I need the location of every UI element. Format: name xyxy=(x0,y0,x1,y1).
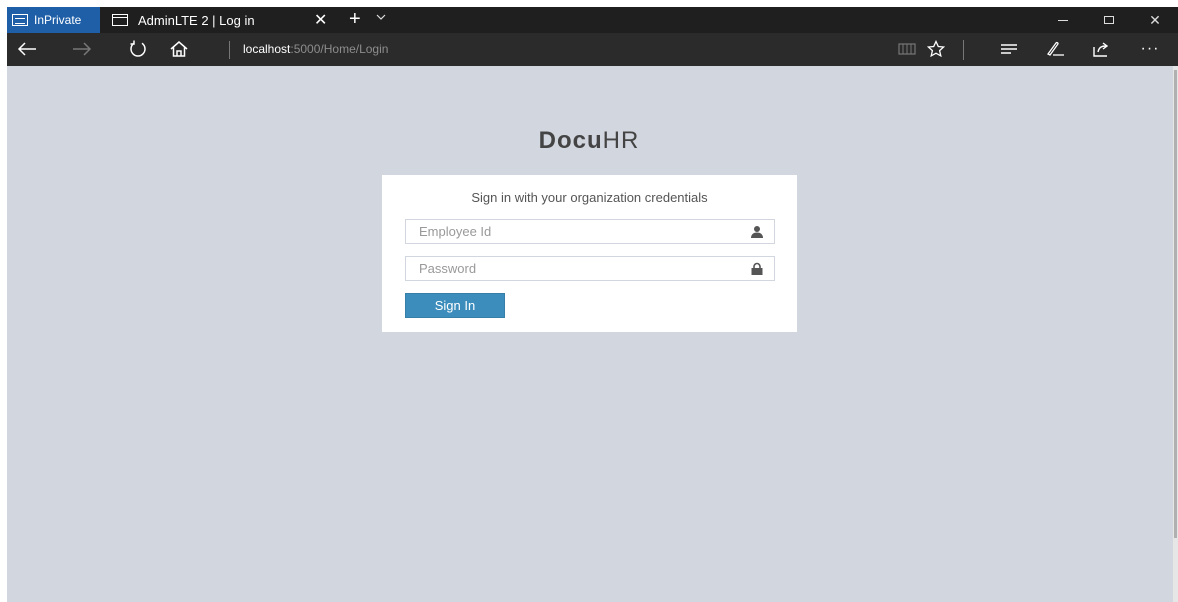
address-bar[interactable]: localhost:5000/Home/Login xyxy=(243,42,388,56)
page-viewport: DocuHR Sign in with your organization cr… xyxy=(7,66,1178,602)
address-separator xyxy=(229,41,230,59)
maximize-button[interactable] xyxy=(1086,7,1132,33)
password-input[interactable] xyxy=(406,257,736,280)
web-note-button[interactable] xyxy=(1041,37,1069,61)
more-options-button[interactable]: ··· xyxy=(1136,37,1164,61)
back-button[interactable] xyxy=(13,37,41,61)
employee-id-input[interactable] xyxy=(406,220,736,243)
user-icon xyxy=(751,226,763,238)
logo-bold: Docu xyxy=(538,127,603,154)
browser-window: InPrivate AdminLTE 2 | Log in ✕ + ✕ loca… xyxy=(7,7,1178,602)
tab-preview-chevron-icon[interactable] xyxy=(376,12,386,22)
login-box-message: Sign in with your organization credentia… xyxy=(471,190,708,205)
app-logo[interactable]: DocuHR xyxy=(382,127,796,155)
lock-icon xyxy=(751,262,763,275)
home-button[interactable] xyxy=(165,37,193,61)
star-icon xyxy=(927,40,945,58)
tab-active[interactable]: AdminLTE 2 | Log in ✕ xyxy=(107,7,339,33)
inprivate-badge: InPrivate xyxy=(7,7,100,33)
sign-in-button[interactable]: Sign In xyxy=(405,293,505,318)
inprivate-icon xyxy=(12,14,28,26)
refresh-button[interactable] xyxy=(124,37,152,61)
inprivate-label: InPrivate xyxy=(34,13,82,27)
reading-view-button[interactable] xyxy=(893,37,921,61)
hub-button[interactable] xyxy=(995,37,1023,61)
page-scrollbar[interactable] xyxy=(1173,66,1178,602)
tab-close-icon[interactable]: ✕ xyxy=(314,10,327,30)
share-icon xyxy=(1093,42,1109,57)
toolbar-separator xyxy=(963,40,964,60)
tab-title: AdminLTE 2 | Log in xyxy=(138,12,255,28)
reading-view-icon xyxy=(898,43,916,55)
forward-button[interactable] xyxy=(68,37,96,61)
scrollbar-thumb[interactable] xyxy=(1174,70,1177,538)
employee-id-field xyxy=(405,219,775,244)
new-tab-button[interactable]: + xyxy=(349,8,361,30)
address-host: localhost xyxy=(243,42,291,56)
home-icon xyxy=(170,41,188,57)
pen-icon xyxy=(1047,41,1064,56)
close-window-button[interactable]: ✕ xyxy=(1132,7,1178,33)
password-field xyxy=(405,256,775,281)
page-icon xyxy=(112,14,128,26)
forward-arrow-icon xyxy=(73,42,92,56)
back-arrow-icon xyxy=(17,42,36,56)
login-box: Sign in with your organization credentia… xyxy=(382,175,797,332)
address-path: :5000/Home/Login xyxy=(290,42,389,56)
favorite-button[interactable] xyxy=(922,37,950,61)
address-toolbar: localhost:5000/Home/Login ··· xyxy=(7,33,1178,66)
tab-strip: InPrivate AdminLTE 2 | Log in ✕ + ✕ xyxy=(7,7,1178,33)
logo-light: HR xyxy=(602,127,640,154)
minimize-button[interactable] xyxy=(1040,7,1086,33)
hub-icon xyxy=(1001,44,1017,54)
share-button[interactable] xyxy=(1087,37,1115,61)
refresh-icon xyxy=(130,40,146,57)
